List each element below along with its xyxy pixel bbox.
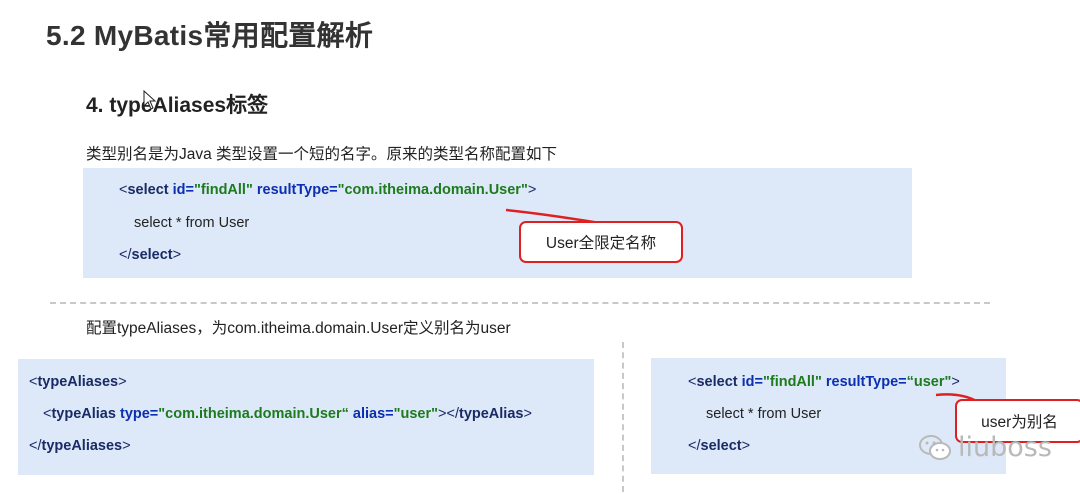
wechat-icon <box>919 434 951 460</box>
fullname-callout: User全限定名称 <box>519 221 683 263</box>
watermark-text: liuboss <box>958 432 1052 463</box>
watermark: liuboss <box>918 432 1052 463</box>
